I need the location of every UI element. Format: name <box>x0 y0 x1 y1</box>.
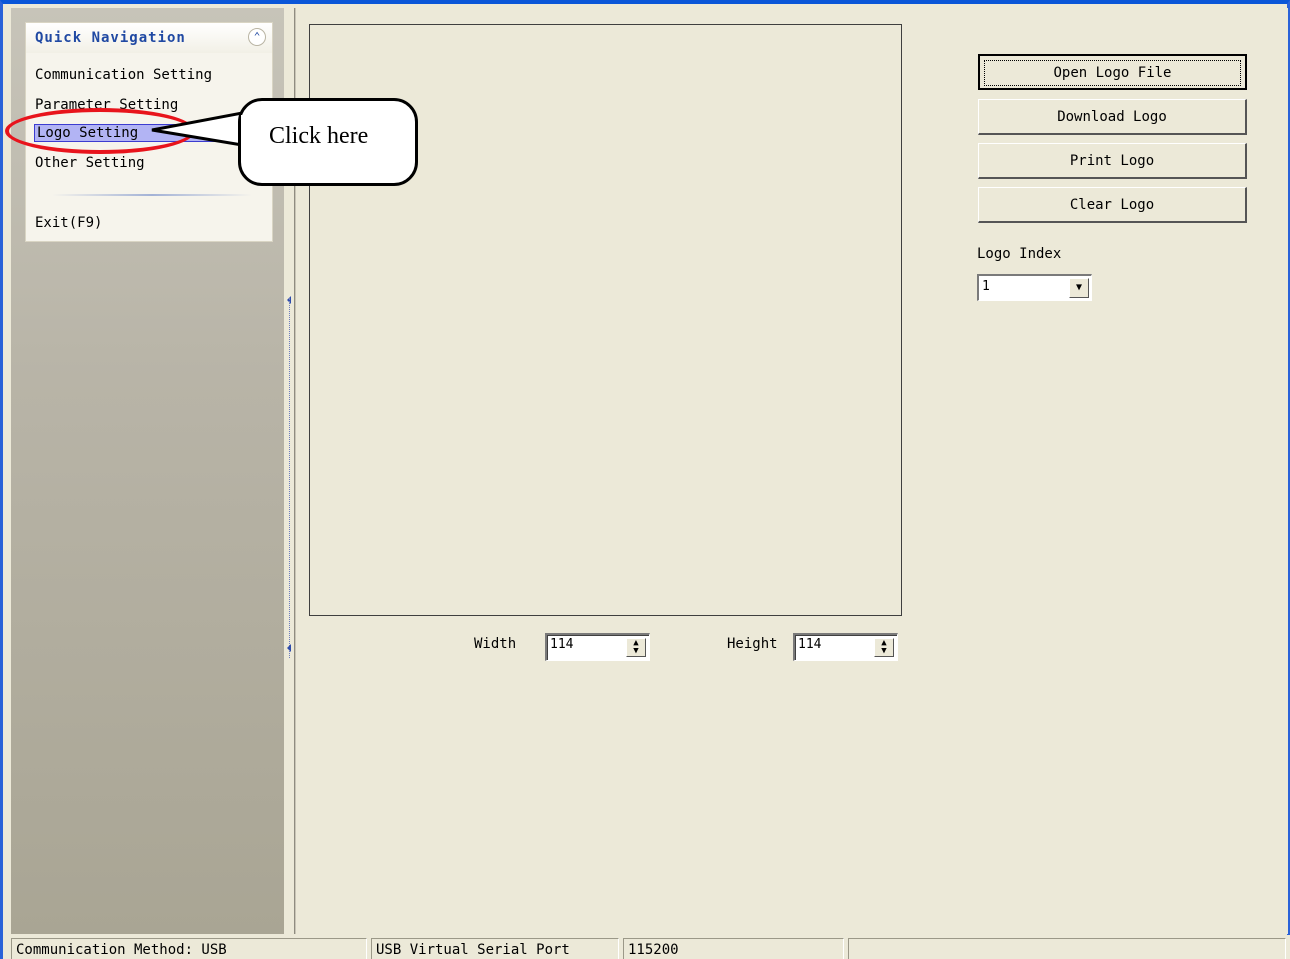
height-label: Height <box>727 636 778 652</box>
exit-item[interactable]: Exit(F9) <box>35 215 102 231</box>
status-baud-rate: 115200 <box>623 938 844 959</box>
download-logo-button[interactable]: Download Logo <box>978 99 1247 135</box>
spin-arrows-icon[interactable]: ▲ ▼ <box>874 638 894 657</box>
logo-index-label: Logo Index <box>977 246 1062 262</box>
height-input[interactable] <box>798 637 868 652</box>
spin-arrows-icon[interactable]: ▲ ▼ <box>626 638 646 657</box>
dropdown-arrow-icon[interactable]: ▼ <box>1069 278 1089 298</box>
app-window: Quick Navigation ⌃ Communication Setting… <box>0 0 1290 959</box>
callout-text: Click here <box>269 123 369 149</box>
clear-logo-button[interactable]: Clear Logo <box>978 187 1247 223</box>
nav-title: Quick Navigation <box>35 30 186 46</box>
logo-setting-panel: Width ▲▼ Height ▲▼ Open Logo File Downlo… <box>295 8 1288 934</box>
width-input[interactable] <box>550 637 620 652</box>
logo-index-value: 1 <box>982 279 990 294</box>
logo-index-select[interactable]: 1 ▼ <box>977 274 1092 301</box>
collapse-left-arrow-icon[interactable] <box>287 644 291 652</box>
open-logo-file-label: Open Logo File <box>984 60 1241 86</box>
open-logo-file-button[interactable]: Open Logo File <box>978 54 1247 90</box>
highlight-ellipse <box>5 108 195 154</box>
splitter-grip[interactable] <box>289 298 291 658</box>
callout-bubble: Click here <box>238 98 418 186</box>
width-stepper[interactable]: ▲▼ <box>545 633 650 661</box>
nav-item-other-setting[interactable]: Other Setting <box>35 155 145 171</box>
nav-item-communication-setting[interactable]: Communication Setting <box>35 67 212 83</box>
nav-divider <box>52 194 252 196</box>
status-extra <box>848 938 1286 959</box>
height-stepper[interactable]: ▲▼ <box>793 633 898 661</box>
status-port: USB Virtual Serial Port <box>371 938 619 959</box>
nav-header: Quick Navigation ⌃ <box>26 23 272 53</box>
double-chevron-up-icon[interactable]: ⌃ <box>248 28 266 46</box>
print-logo-button[interactable]: Print Logo <box>978 143 1247 179</box>
width-label: Width <box>474 636 517 652</box>
status-communication-method: Communication Method: USB <box>11 938 367 959</box>
status-bar: Communication Method: USB USB Virtual Se… <box>6 935 1290 959</box>
